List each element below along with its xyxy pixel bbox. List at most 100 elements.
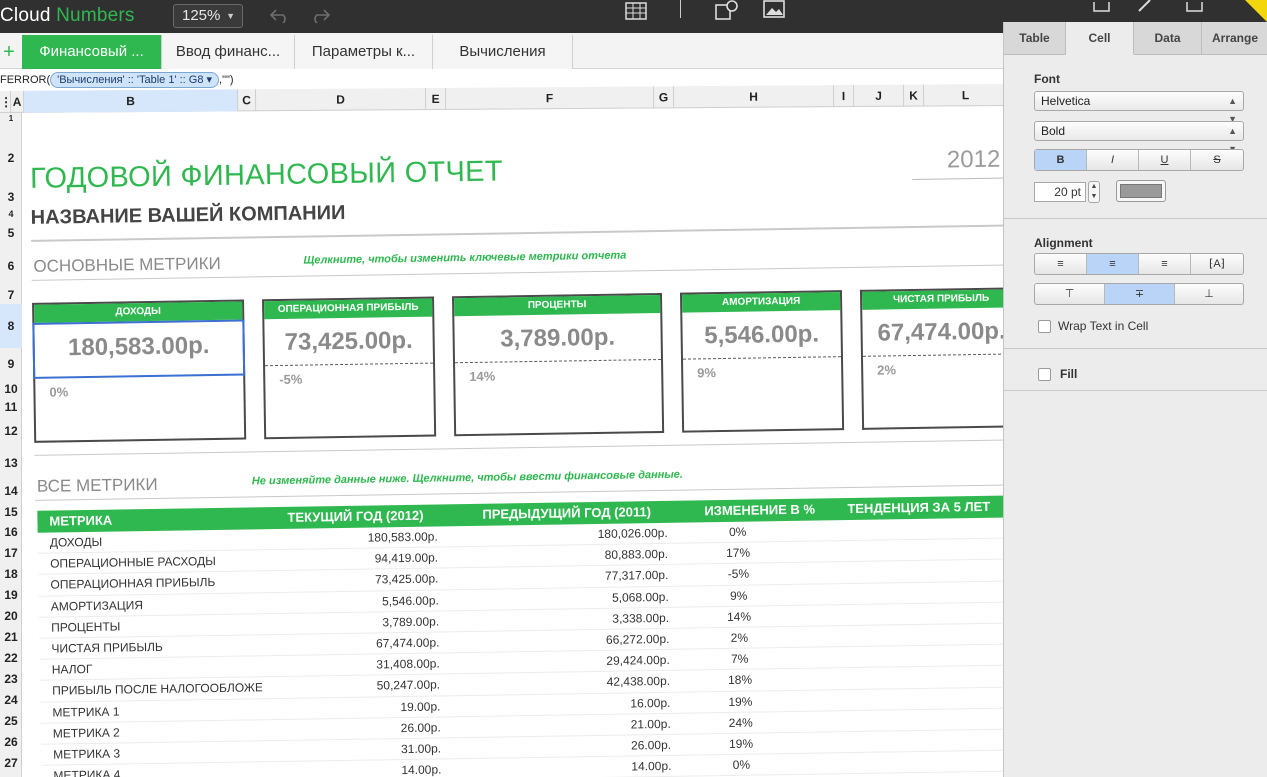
row-header[interactable]: 26 bbox=[0, 732, 22, 753]
current-year-cell[interactable]: 180,583.00р. bbox=[268, 527, 438, 551]
align-right-icon[interactable]: ≡ bbox=[1139, 254, 1191, 274]
share-icon[interactable] bbox=[1093, 0, 1111, 12]
previous-year-cell[interactable]: 77,317.00р. bbox=[468, 565, 669, 589]
current-year-cell[interactable]: 3,789.00р. bbox=[269, 611, 439, 635]
row-header[interactable]: 17 bbox=[0, 543, 22, 564]
key-metrics-hint[interactable]: Щелкните, чтобы изменить ключевые метрик… bbox=[303, 250, 626, 267]
table-header-cell[interactable]: ТЕКУЩИЙ ГОД (2012) bbox=[287, 505, 423, 529]
change-percent-cell[interactable]: 14% bbox=[679, 606, 799, 629]
align-bottom-icon[interactable]: ⊥ bbox=[1175, 284, 1243, 304]
metric-name-cell[interactable]: АМОРТИЗАЦИЯ bbox=[51, 593, 261, 617]
previous-year-cell[interactable]: 14.00р. bbox=[471, 756, 671, 777]
sheet-tab-parameters[interactable]: Параметры к... bbox=[295, 35, 433, 69]
fill-checkbox[interactable] bbox=[1038, 368, 1051, 381]
previous-year-cell[interactable]: 180,026.00р. bbox=[468, 523, 668, 547]
tab-data[interactable]: Data bbox=[1134, 22, 1202, 55]
align-center-icon[interactable]: ≡ bbox=[1087, 254, 1139, 274]
metric-name-cell[interactable]: ДОХОДЫ bbox=[50, 529, 260, 553]
current-year-cell[interactable]: 26.00р. bbox=[271, 717, 441, 741]
current-year-cell[interactable]: 31.00р. bbox=[271, 738, 441, 762]
wrap-text-checkbox[interactable] bbox=[1038, 320, 1051, 333]
change-percent-cell[interactable]: -5% bbox=[678, 563, 798, 586]
row-header[interactable]: 22 bbox=[0, 648, 22, 669]
column-header-a[interactable]: A bbox=[10, 90, 25, 113]
change-percent-cell[interactable]: 19% bbox=[680, 690, 800, 713]
row-header[interactable]: 21 bbox=[0, 627, 22, 648]
redo-icon[interactable] bbox=[310, 7, 332, 23]
metric-card[interactable]: ЧИСТАЯ ПРИБЫЛЬ 67,474.00р. 2% bbox=[859, 287, 1008, 430]
row-header[interactable]: 20 bbox=[0, 606, 22, 627]
current-year-cell[interactable]: 19.00р. bbox=[270, 696, 440, 720]
row-header[interactable]: 11 bbox=[0, 398, 22, 416]
report-year[interactable]: 2012 bbox=[947, 146, 1001, 175]
align-auto-icon[interactable]: ⁅A⁆ bbox=[1191, 254, 1243, 274]
previous-year-cell[interactable]: 16.00р. bbox=[470, 692, 670, 716]
row-header[interactable]: 3 bbox=[0, 186, 22, 208]
edit-icon[interactable] bbox=[1136, 0, 1154, 12]
bold-button[interactable]: B bbox=[1035, 150, 1087, 170]
change-percent-cell[interactable]: 9% bbox=[679, 584, 799, 607]
row-header[interactable]: 1 bbox=[0, 115, 22, 123]
change-percent-cell[interactable]: 2% bbox=[679, 627, 799, 650]
row-header[interactable]: 18 bbox=[0, 564, 22, 585]
tab-arrange[interactable]: Arrange bbox=[1202, 22, 1267, 55]
row-header[interactable]: 12 bbox=[0, 416, 22, 446]
current-year-cell[interactable]: 73,425.00р. bbox=[268, 569, 439, 593]
change-percent-cell[interactable]: 19% bbox=[681, 733, 801, 756]
change-percent-cell[interactable]: 18% bbox=[680, 669, 800, 692]
row-header[interactable]: 24 bbox=[0, 690, 22, 711]
font-style-select[interactable]: Bold▲▼ bbox=[1034, 121, 1244, 154]
sheet-tab-calculations[interactable]: Вычисления bbox=[433, 35, 573, 69]
table-icon[interactable] bbox=[625, 2, 647, 20]
sheet-tab-input[interactable]: Ввод финанс... bbox=[162, 35, 295, 69]
change-percent-cell[interactable]: 0% bbox=[678, 521, 798, 544]
column-header-corner[interactable]: ⋮ bbox=[0, 90, 12, 113]
row-header[interactable]: 25 bbox=[0, 711, 22, 732]
current-year-cell[interactable]: 50,247.00р. bbox=[270, 675, 441, 699]
row-header[interactable]: 15 bbox=[0, 502, 22, 522]
row-header[interactable]: 23 bbox=[0, 669, 22, 690]
undo-icon[interactable] bbox=[268, 7, 290, 23]
current-year-cell[interactable]: 94,419.00р. bbox=[268, 548, 439, 572]
previous-year-cell[interactable]: 42,438.00р. bbox=[470, 671, 671, 695]
row-header-selected[interactable]: 8 bbox=[0, 304, 22, 348]
align-middle-icon[interactable]: ∓ bbox=[1105, 284, 1175, 304]
font-size-field[interactable]: 20 pt bbox=[1034, 182, 1086, 202]
previous-year-cell[interactable]: 5,068.00р. bbox=[469, 586, 669, 610]
row-header[interactable]: 6 bbox=[0, 246, 22, 286]
image-icon[interactable] bbox=[763, 0, 785, 18]
report-title[interactable]: ГОДОВОЙ ФИНАНСОВЫЙ ОТЧЕТ bbox=[30, 155, 503, 195]
metric-card[interactable]: ОПЕРАЦИОННАЯ ПРИБЫЛЬ 73,425.00р. -5% bbox=[262, 296, 437, 440]
row-header[interactable]: 13 bbox=[0, 446, 22, 480]
row-header[interactable]: 7 bbox=[0, 286, 22, 304]
font-size-stepper[interactable]: ▲ ▼ bbox=[1088, 181, 1100, 203]
row-header[interactable]: 16 bbox=[0, 522, 22, 543]
table-header-cell[interactable]: МЕТРИКА bbox=[49, 510, 112, 533]
row-header[interactable]: 14 bbox=[0, 480, 22, 502]
table-header-cell[interactable]: ИЗМЕНЕНИЕ В % bbox=[704, 499, 815, 523]
metric-name-cell[interactable]: МЕТРИКА 2 bbox=[53, 720, 263, 744]
previous-year-cell[interactable]: 3,338.00р. bbox=[469, 608, 669, 632]
metric-card[interactable]: ПРОЦЕНТЫ 3,789.00р. 14% bbox=[451, 292, 665, 437]
font-family-select[interactable]: Helvetica ▲ ▼ bbox=[1034, 91, 1244, 124]
change-percent-cell[interactable]: 7% bbox=[680, 648, 800, 671]
current-year-cell[interactable]: 5,546.00р. bbox=[269, 590, 439, 614]
metric-card[interactable]: АМОРТИЗАЦИЯ 5,546.00р. 9% bbox=[679, 290, 845, 433]
zoom-select[interactable]: 125% ▼ bbox=[173, 4, 243, 28]
tab-cell[interactable]: Cell bbox=[1066, 22, 1134, 55]
metric-name-cell[interactable]: ОПЕРАЦИОННЫЕ РАСХОДЫ bbox=[50, 550, 260, 574]
sheet-tab-financial[interactable]: Финансовый ... bbox=[22, 35, 162, 69]
previous-year-cell[interactable]: 80,883.00р. bbox=[468, 544, 669, 568]
change-percent-cell[interactable]: 24% bbox=[681, 712, 801, 735]
text-color-well[interactable] bbox=[1116, 180, 1166, 202]
metric-name-cell[interactable]: МЕТРИКА 4 bbox=[53, 762, 263, 777]
metric-name-cell[interactable]: ПРОЦЕНТЫ bbox=[51, 614, 261, 638]
underline-button[interactable]: U bbox=[1139, 150, 1191, 170]
current-year-cell[interactable]: 31,408.00р. bbox=[270, 654, 440, 678]
previous-year-cell[interactable]: 29,424.00р. bbox=[470, 650, 670, 674]
add-sheet-button[interactable]: + bbox=[0, 39, 18, 65]
table-header-cell[interactable]: ТЕНДЕНЦИЯ ЗА 5 ЛЕТ bbox=[847, 496, 990, 520]
strikethrough-button[interactable]: S bbox=[1191, 150, 1243, 170]
change-percent-cell[interactable]: 0% bbox=[681, 754, 801, 777]
all-metrics-hint[interactable]: Не изменяйте данные ниже. Щелкните, чтоб… bbox=[252, 469, 683, 488]
